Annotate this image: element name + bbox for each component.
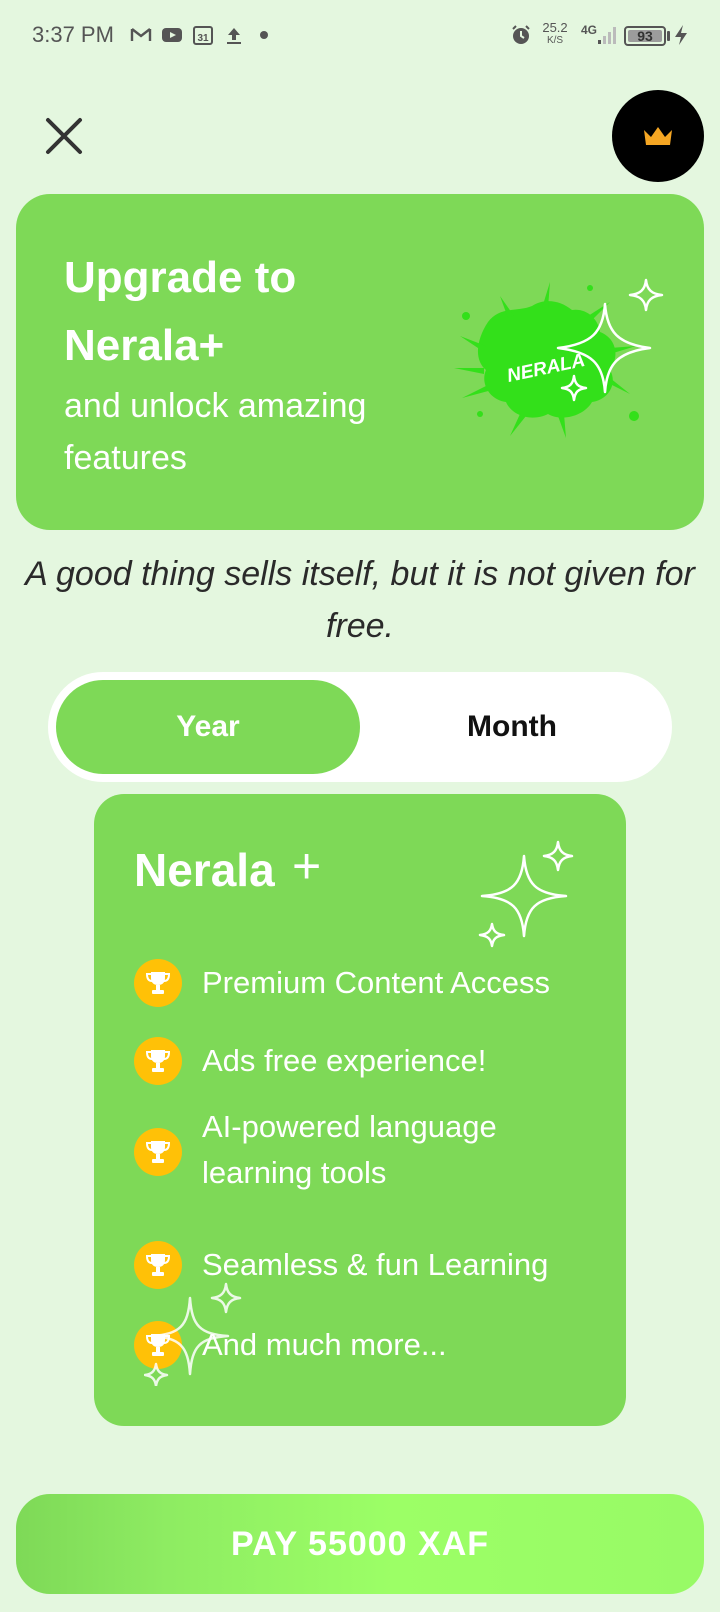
feature-text: Seamless & fun Learning <box>202 1247 549 1282</box>
status-bar: 3:37 PM 31 25.2 K/S 4G 93 <box>0 0 720 72</box>
feature-text: AI-powered language learning tools <box>202 1109 497 1190</box>
upload-icon <box>227 28 241 44</box>
youtube-icon <box>162 28 182 42</box>
feature-text: Ads free experience! <box>202 1043 487 1078</box>
pay-button[interactable]: PAY 55000 XAF <box>16 1494 704 1594</box>
feature-item: AI-powered language learning tools <box>134 1104 614 1200</box>
tagline: A good thing sells itself, but it is not… <box>25 555 695 645</box>
upgrade-banner: Upgrade to Nerala+ and unlock amazing fe… <box>16 194 704 530</box>
charging-icon <box>675 25 687 45</box>
net-speed: 25.2 K/S <box>542 20 568 46</box>
feature-item: Premium Content Access <box>134 958 614 1008</box>
calendar-icon: 31 <box>193 26 213 45</box>
trophy-icon <box>134 1128 182 1176</box>
hero-title: Upgrade to Nerala+ <box>64 253 297 370</box>
close-icon <box>46 118 82 154</box>
feature-item: Ads free experience! <box>134 1036 614 1086</box>
feature-text: Premium Content Access <box>202 965 551 1000</box>
nerala-logo: NERALA <box>454 278 664 438</box>
tab-year[interactable]: Year <box>56 680 360 774</box>
dot-icon <box>260 31 268 39</box>
sparkle-icon <box>144 1282 242 1386</box>
gmail-icon <box>130 28 152 41</box>
alarm-icon <box>512 25 530 44</box>
crown-icon <box>644 127 672 145</box>
battery-tip <box>667 31 670 41</box>
signal-icon <box>598 27 616 44</box>
plan-name: Nerala <box>134 844 275 896</box>
hero-subtitle: and unlock amazing features <box>64 387 367 477</box>
plan-card: Nerala + Premium Content Access Ads free… <box>94 794 626 1426</box>
status-time: 3:37 PM <box>32 22 114 47</box>
pay-button-label: PAY 55000 XAF <box>230 1525 490 1563</box>
close-button[interactable] <box>40 112 88 160</box>
billing-period-toggle: Year Month <box>48 672 672 782</box>
tab-month[interactable]: Month <box>360 680 664 774</box>
plan-plus: + <box>292 838 322 894</box>
svg-text:31: 31 <box>197 33 209 44</box>
premium-button[interactable] <box>612 90 704 182</box>
battery-indicator: 93 <box>624 26 666 46</box>
trophy-icon <box>134 959 182 1007</box>
trophy-icon <box>134 1037 182 1085</box>
feature-text: And much more... <box>202 1327 447 1362</box>
sparkle-icon <box>478 840 574 948</box>
